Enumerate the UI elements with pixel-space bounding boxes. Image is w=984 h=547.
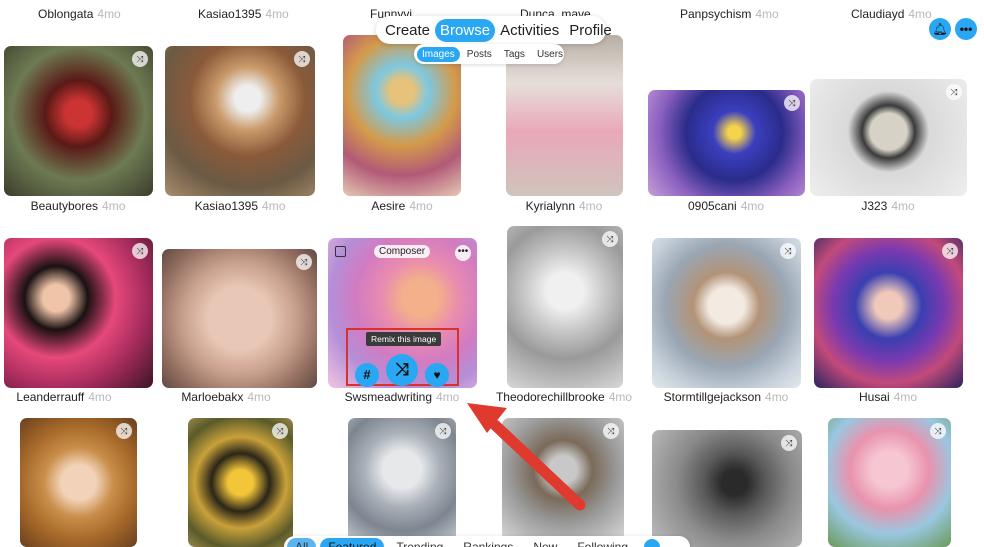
filter-trending[interactable]: Trending bbox=[388, 538, 451, 547]
pointer-arrow bbox=[467, 403, 586, 511]
filter-settings-icon[interactable] bbox=[644, 539, 661, 547]
filter-all[interactable]: All bbox=[287, 538, 317, 547]
feed-filter-bar: All Featured Trending Rankings New Follo… bbox=[284, 536, 690, 547]
filter-following[interactable]: Following bbox=[569, 538, 636, 547]
filter-rankings[interactable]: Rankings bbox=[455, 538, 521, 547]
filter-featured[interactable]: Featured bbox=[320, 538, 385, 547]
filter-new[interactable]: New bbox=[525, 538, 565, 547]
